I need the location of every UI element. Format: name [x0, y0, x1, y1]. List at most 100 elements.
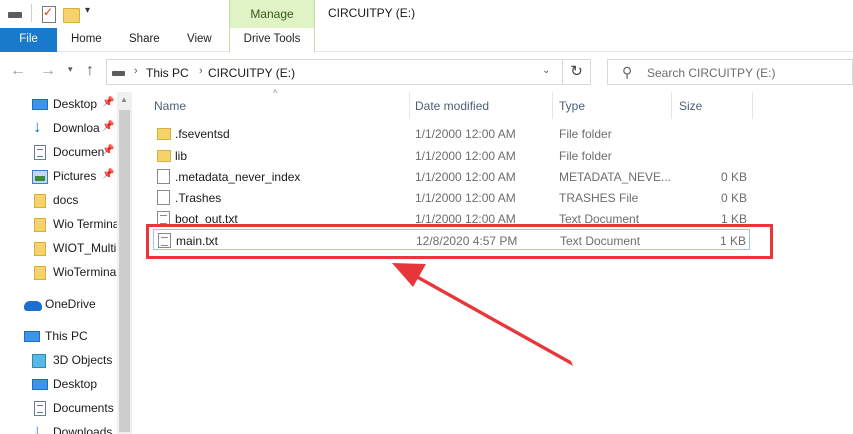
title-bar: ▾ Manage CIRCUITPY (E:): [0, 0, 853, 28]
folder-icon: [157, 128, 171, 140]
downloads-icon: [32, 117, 48, 137]
file-size: 1 KB: [719, 234, 746, 248]
column-header-size[interactable]: Size: [679, 99, 702, 113]
file-date: 1/1/2000 12:00 AM: [415, 191, 516, 205]
up-arrow-icon[interactable]: ↑: [86, 62, 94, 80]
sidebar-item-wio-terminal[interactable]: Wio Termina: [0, 213, 117, 237]
file-name: .Trashes: [175, 191, 222, 205]
downloads-icon: [32, 421, 48, 434]
manage-contextual-tab[interactable]: Manage: [229, 0, 315, 28]
new-folder-icon[interactable]: [63, 5, 80, 23]
scroll-up-icon[interactable]: ▲: [120, 95, 128, 104]
chevron-right-icon[interactable]: ›: [199, 65, 203, 77]
sidebar-item-label: OneDrive: [45, 297, 96, 311]
desktop-icon: [32, 99, 48, 110]
pin-icon: 📌: [102, 145, 115, 156]
list-item[interactable]: .fseventsd 1/1/2000 12:00 AM File folder: [153, 123, 750, 144]
3d-objects-icon: [32, 354, 46, 368]
ribbon-tabs: File Home Share View Drive Tools: [0, 28, 853, 52]
navigation-bar: ← → ▾ ↑ › This PC › CIRCUITPY (E:) ⌄ ↻ ⚲…: [0, 52, 853, 92]
forward-arrow-icon[interactable]: →: [40, 62, 56, 80]
sidebar-scrollbar[interactable]: ▲: [117, 92, 132, 434]
sidebar-item-onedrive[interactable]: OneDrive: [0, 293, 117, 317]
file-name: .fseventsd: [175, 127, 230, 141]
sidebar-item-label: Downloads: [53, 425, 113, 434]
sidebar-item-label: WioTermina: [53, 265, 117, 279]
sidebar-item-label: Downloa: [53, 121, 100, 135]
sidebar-item-downloads-2[interactable]: Downloads: [0, 421, 117, 434]
folder-icon: [34, 242, 46, 256]
sidebar-item-label: Documents: [53, 401, 114, 415]
list-item[interactable]: lib 1/1/2000 12:00 AM File folder: [153, 145, 750, 166]
file-type: File folder: [559, 127, 612, 141]
scrollbar-thumb[interactable]: [119, 110, 130, 432]
drive-icon: [112, 71, 125, 76]
sidebar-item-downloads[interactable]: Downloa 📌: [0, 117, 117, 141]
sidebar-item-label: This PC: [45, 329, 88, 343]
file-type: Text Document: [560, 234, 641, 248]
breadcrumb-this-pc[interactable]: This PC: [146, 66, 189, 80]
sidebar-item-docs[interactable]: docs: [0, 189, 117, 213]
sidebar-item-label: Pictures: [53, 169, 97, 183]
sidebar-item-label: WIOT_MultiS: [53, 241, 117, 255]
desktop-icon: [32, 379, 48, 390]
file-date: 1/1/2000 12:00 AM: [415, 149, 516, 163]
file-icon: [157, 169, 170, 184]
properties-icon[interactable]: [41, 5, 57, 23]
list-item[interactable]: boot_out.txt 1/1/2000 12:00 AM Text Docu…: [153, 208, 750, 229]
tab-view[interactable]: View: [187, 28, 212, 52]
tab-drive-tools[interactable]: Drive Tools: [229, 28, 315, 52]
recent-locations-chevron-icon[interactable]: ▾: [68, 64, 73, 75]
tab-share[interactable]: Share: [129, 28, 160, 52]
file-name: .metadata_never_index: [175, 170, 301, 184]
sidebar-item-label: docs: [53, 193, 79, 207]
folder-icon: [34, 218, 46, 232]
column-header-type[interactable]: Type: [559, 99, 585, 113]
list-item[interactable]: .Trashes 1/1/2000 12:00 AM TRASHES File …: [153, 187, 750, 208]
tab-home[interactable]: Home: [71, 28, 102, 52]
file-size: 0 KB: [720, 191, 747, 205]
pin-icon: 📌: [102, 121, 115, 132]
list-item[interactable]: main.txt 12/8/2020 4:57 PM Text Document…: [153, 229, 750, 250]
refresh-button[interactable]: ↻: [563, 59, 591, 85]
sidebar-item-documents[interactable]: Documen 📌: [0, 141, 117, 165]
sidebar-item-pictures[interactable]: Pictures 📌: [0, 165, 117, 189]
folder-icon: [157, 150, 171, 162]
address-bar[interactable]: › This PC › CIRCUITPY (E:) ⌄: [106, 59, 563, 85]
chevron-down-icon[interactable]: ⌄: [542, 65, 550, 76]
column-header-date-modified[interactable]: Date modified: [415, 99, 489, 113]
sidebar-item-desktop[interactable]: Desktop 📌: [0, 93, 117, 117]
file-icon: [157, 190, 170, 205]
column-header-name[interactable]: Name: [154, 99, 186, 113]
sidebar-item-this-pc[interactable]: This PC: [0, 325, 117, 349]
breadcrumb-circuitpy[interactable]: CIRCUITPY (E:): [208, 66, 295, 80]
sidebar-item-wioterminal[interactable]: WioTermina: [0, 261, 117, 285]
file-size: 0 KB: [720, 170, 747, 184]
file-name: boot_out.txt: [175, 212, 238, 226]
list-item[interactable]: .metadata_never_index 1/1/2000 12:00 AM …: [153, 166, 750, 187]
sidebar-item-documents-2[interactable]: Documents: [0, 397, 117, 421]
file-size: 1 KB: [720, 212, 747, 226]
drive-icon[interactable]: [8, 5, 22, 23]
column-divider[interactable]: [409, 92, 410, 119]
file-type: Text Document: [559, 212, 640, 226]
quick-access-separator: [31, 4, 32, 22]
this-pc-icon: [24, 331, 40, 342]
tab-file[interactable]: File: [0, 28, 57, 52]
search-input[interactable]: ⚲ Search CIRCUITPY (E:): [607, 59, 853, 85]
search-placeholder: Search CIRCUITPY (E:): [647, 66, 776, 80]
file-list: ^ Name Date modified Type Size .fsevents…: [132, 88, 853, 434]
file-name: main.txt: [176, 234, 219, 248]
chevron-right-icon[interactable]: ›: [134, 65, 138, 77]
sidebar-item-label: Documen: [53, 145, 105, 159]
sidebar-item-desktop-2[interactable]: Desktop: [0, 373, 117, 397]
column-divider[interactable]: [552, 92, 553, 119]
sidebar-item-wiot-multis[interactable]: WIOT_MultiS: [0, 237, 117, 261]
search-icon: ⚲: [622, 64, 633, 80]
column-divider[interactable]: [752, 92, 753, 119]
column-divider[interactable]: [671, 92, 672, 119]
sidebar-item-3d-objects[interactable]: 3D Objects: [0, 349, 117, 373]
customize-quick-access-icon[interactable]: ▾: [85, 5, 90, 16]
documents-icon: [34, 145, 46, 160]
back-arrow-icon[interactable]: ←: [10, 62, 26, 80]
